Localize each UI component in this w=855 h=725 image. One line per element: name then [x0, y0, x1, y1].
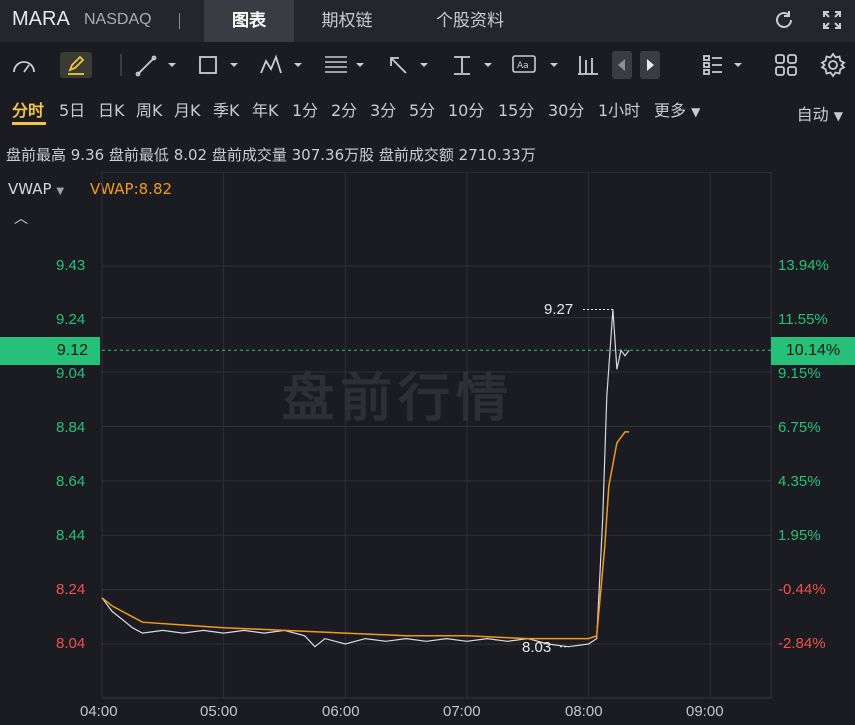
fullscreen-icon[interactable] — [820, 8, 844, 32]
high-marker-label: 9.27 — [544, 301, 574, 318]
chevron-down-icon: ▼ — [833, 109, 843, 123]
period-week-k[interactable]: 周K — [136, 97, 163, 121]
fib-tool-icon[interactable] — [322, 52, 370, 78]
auto-scale-dropdown[interactable]: 自动 ▼ — [797, 101, 843, 125]
y-price-tick: 8.44 — [56, 527, 86, 544]
settings-icon[interactable] — [820, 52, 846, 78]
divider — [120, 54, 122, 76]
grid-icon[interactable] — [774, 52, 798, 78]
tab-options-chain[interactable]: 期权链 — [302, 0, 392, 42]
y-price-tick: 8.64 — [56, 473, 86, 490]
plot-frame — [101, 172, 772, 699]
period-selector: 分时 5日 日K 周K 月K 季K 年K 1分 2分 3分 5分 10分 15分… — [0, 89, 855, 129]
auto-label: 自动 — [796, 105, 829, 124]
period-5d[interactable]: 5日 — [59, 97, 85, 121]
active-underline — [12, 122, 46, 125]
chevron-down-icon: ▼ — [691, 105, 701, 119]
svg-text:Aa: Aa — [517, 61, 529, 71]
y-pct-tick: 4.35% — [778, 473, 821, 490]
period-1h[interactable]: 1小时 — [598, 97, 640, 121]
period-5min[interactable]: 5分 — [409, 97, 435, 121]
refresh-icon[interactable] — [772, 8, 796, 32]
line-tool-icon[interactable] — [134, 52, 180, 78]
drawing-toolbar: Aa — [0, 42, 855, 87]
x-tick: 08:00 — [565, 703, 603, 720]
period-timeshare[interactable]: 分时 — [12, 97, 44, 121]
top-bar: MARA NASDAQ 图表 期权链 个股资料 — [0, 0, 855, 42]
premarket-stats: 盘前最高 9.36 盘前最低 8.02 盘前成交量 307.36万股 盘前成交额… — [6, 146, 536, 164]
y-pct-tick: 13.94% — [778, 257, 829, 274]
period-2min[interactable]: 2分 — [331, 97, 357, 121]
arrow-tool-icon[interactable] — [386, 52, 434, 78]
text-baseline-tool-icon[interactable] — [450, 52, 498, 78]
y-pct-tick: 11.55% — [778, 311, 828, 328]
x-tick: 07:00 — [443, 703, 481, 720]
y-price-tick: 8.84 — [56, 419, 86, 436]
x-tick: 04:00 — [80, 703, 118, 720]
low-marker-label: 8.03 — [522, 639, 552, 656]
next-arrow-icon[interactable] — [640, 51, 660, 79]
y-price-tick: 8.24 — [56, 581, 86, 598]
period-year-k[interactable]: 年K — [252, 97, 279, 121]
price-chart[interactable] — [0, 172, 855, 702]
rect-tool-icon[interactable] — [196, 52, 244, 78]
price-series-line — [101, 309, 630, 648]
y-price-tick: 9.43 — [56, 257, 86, 274]
period-3min[interactable]: 3分 — [370, 97, 396, 121]
y-price-tick: 9.24 — [56, 311, 86, 328]
period-1min[interactable]: 1分 — [292, 97, 318, 121]
layout-list-icon[interactable] — [702, 52, 748, 78]
tab-stock-profile[interactable]: 个股资料 — [414, 0, 526, 42]
period-more-label: 更多 — [654, 101, 687, 120]
period-30min[interactable]: 30分 — [548, 97, 584, 121]
period-quarter-k[interactable]: 季K — [213, 97, 240, 121]
exchange-label: NASDAQ — [84, 11, 152, 28]
period-month-k[interactable]: 月K — [174, 97, 201, 121]
period-15min[interactable]: 15分 — [498, 97, 534, 121]
current-pct-tag: 10.14% — [771, 337, 855, 365]
period-more[interactable]: 更多 ▼ — [654, 97, 700, 121]
y-pct-tick: 6.75% — [778, 419, 821, 436]
y-price-tick: 8.04 — [56, 635, 86, 652]
period-day-k[interactable]: 日K — [98, 97, 125, 121]
y-pct-tick: -0.44% — [778, 581, 826, 598]
y-pct-tick: -2.84% — [778, 635, 826, 652]
divider — [179, 13, 180, 29]
y-pct-tick: 1.95% — [778, 527, 821, 544]
x-tick: 06:00 — [322, 703, 360, 720]
indicator-icon[interactable] — [10, 52, 38, 78]
x-tick: 05:00 — [200, 703, 238, 720]
current-price-tag: 9.12 — [0, 337, 100, 365]
period-10min[interactable]: 10分 — [448, 97, 484, 121]
ticker-symbol: MARA — [12, 8, 70, 30]
x-tick: 09:00 — [686, 703, 724, 720]
prev-arrow-icon[interactable] — [612, 51, 632, 79]
y-pct-tick: 9.15% — [778, 365, 821, 382]
pattern-tool-icon[interactable] — [258, 52, 306, 78]
y-price-tick: 9.04 — [56, 365, 86, 382]
bar-icon[interactable] — [576, 52, 600, 78]
tab-chart[interactable]: 图表 — [204, 0, 294, 42]
draw-pen-icon[interactable] — [60, 52, 92, 78]
text-label-tool-icon[interactable]: Aa — [512, 52, 562, 78]
